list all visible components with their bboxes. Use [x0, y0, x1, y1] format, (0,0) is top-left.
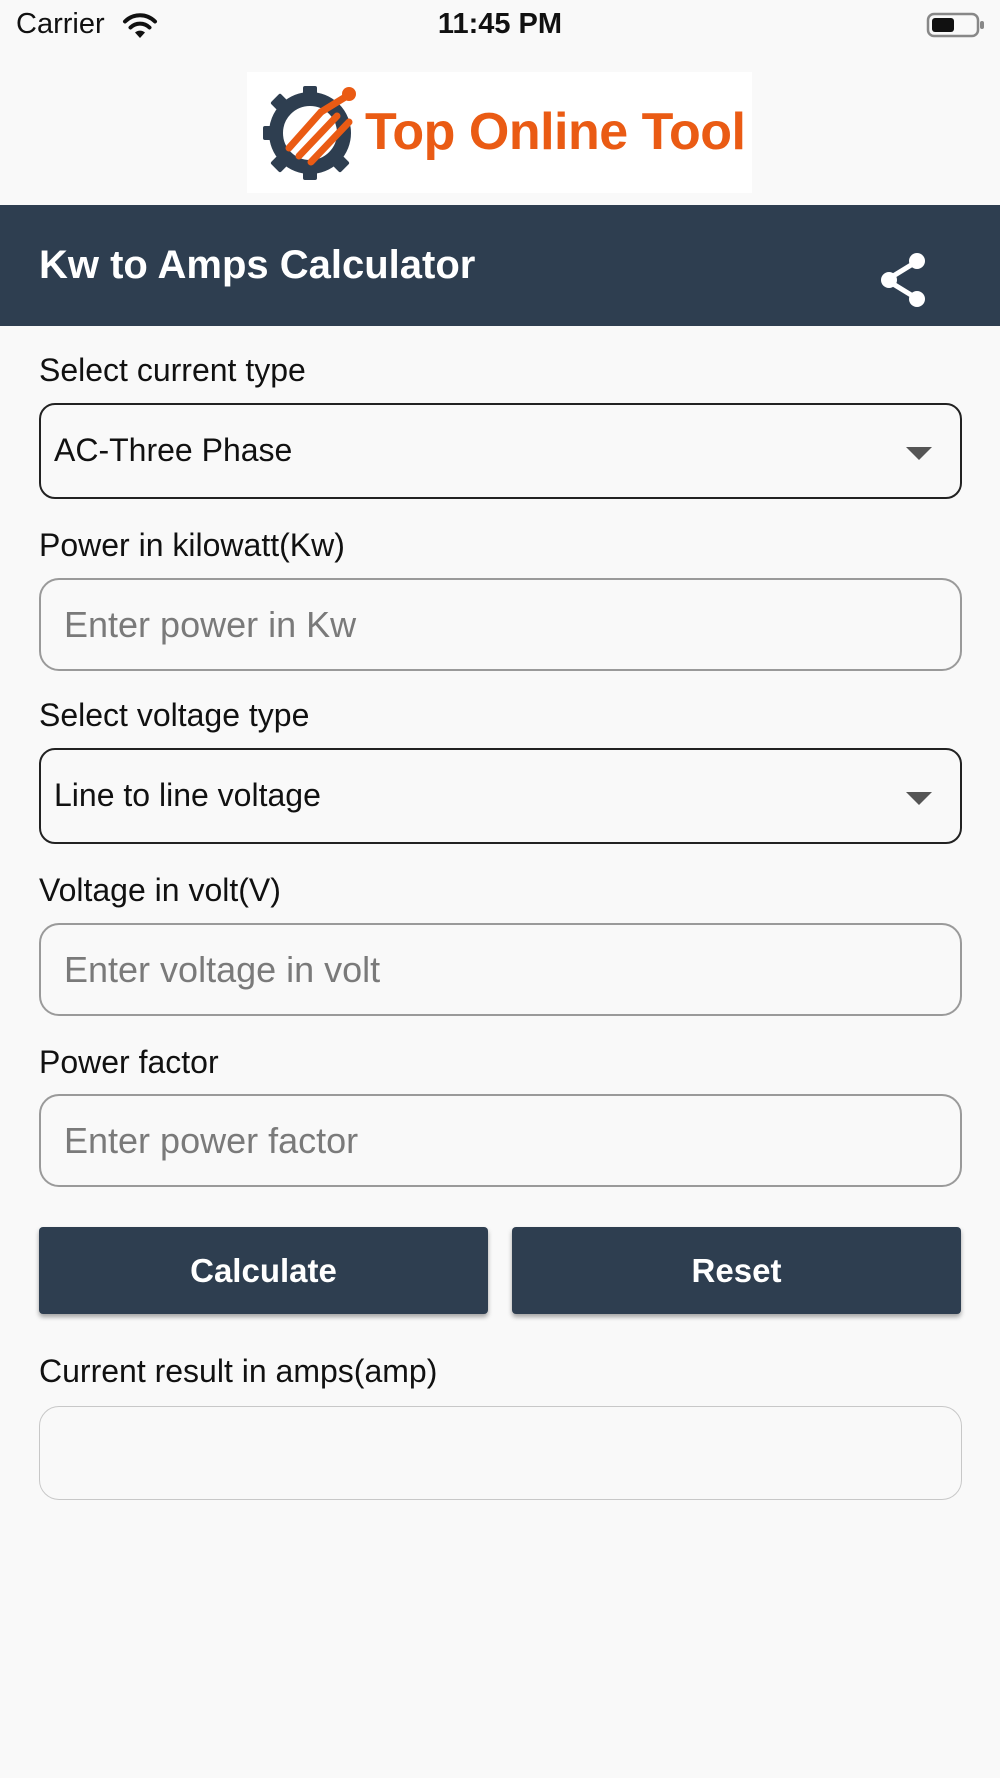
result-field — [39, 1406, 962, 1500]
caret-down-icon — [906, 447, 932, 460]
gear-logo-icon — [263, 86, 356, 180]
voltage-input[interactable] — [39, 923, 962, 1016]
power-factor-input[interactable] — [39, 1094, 962, 1187]
brand-logo: Top Online Tool — [247, 72, 752, 193]
power-factor-label: Power factor — [39, 1044, 219, 1080]
app-bar: Kw to Amps Calculator — [0, 205, 1000, 326]
result-label: Current result in amps(amp) — [39, 1353, 438, 1389]
current-type-value: AC-Three Phase — [54, 432, 293, 468]
current-type-select[interactable]: AC-Three Phase — [39, 403, 962, 499]
reset-button[interactable]: Reset — [512, 1227, 961, 1314]
power-label: Power in kilowatt(Kw) — [39, 527, 345, 563]
voltage-label: Voltage in volt(V) — [39, 872, 281, 908]
caret-down-icon — [906, 792, 932, 805]
clock-time: 11:45 PM — [437, 8, 563, 40]
share-icon — [881, 253, 925, 307]
calculate-button[interactable]: Calculate — [39, 1227, 488, 1314]
battery-icon — [926, 12, 984, 38]
logo-text: Top Online Tool — [365, 103, 746, 161]
voltage-type-select[interactable]: Line to line voltage — [39, 748, 962, 844]
voltage-type-value: Line to line voltage — [54, 777, 321, 813]
current-type-label: Select current type — [39, 352, 306, 388]
share-button[interactable] — [872, 248, 936, 312]
status-bar: Carrier 11:45 PM — [0, 0, 1000, 52]
page-title: Kw to Amps Calculator — [39, 243, 476, 287]
power-input[interactable] — [39, 578, 962, 671]
voltage-type-label: Select voltage type — [39, 697, 310, 733]
